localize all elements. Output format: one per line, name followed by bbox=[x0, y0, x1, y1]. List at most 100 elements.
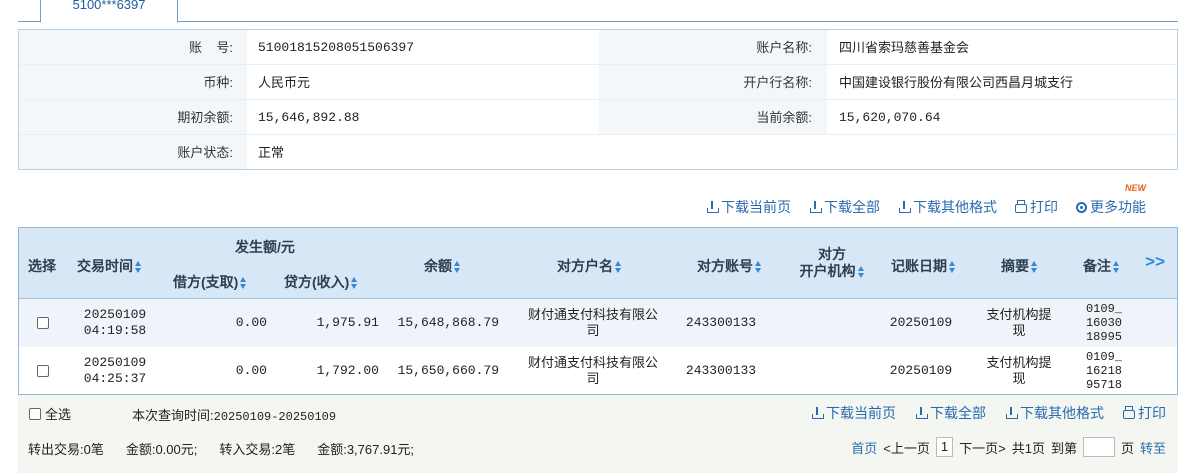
col-summary[interactable]: 摘要 bbox=[1001, 256, 1038, 276]
row-counterparty-name: 财付通支付科技有限公 bbox=[527, 307, 658, 322]
select-all-checkbox[interactable]: 全选 bbox=[29, 404, 71, 423]
download-other-label: 下载其他格式 bbox=[913, 199, 997, 215]
out-amount: 金额:0.00元; bbox=[125, 442, 198, 457]
footer-print-button[interactable]: 打印 bbox=[1123, 403, 1166, 423]
download-icon bbox=[809, 201, 822, 213]
row-summary: 支付机构提 bbox=[986, 355, 1052, 370]
footer-download-all-button[interactable]: 下载全部 bbox=[915, 403, 986, 423]
col-debit[interactable]: 借方(支取) bbox=[173, 272, 247, 292]
account-info-panel: 账 号: 51001815208051506397 账户名称: 四川省索玛慈善基… bbox=[18, 29, 1178, 170]
toolbar: 下载当前页 下载全部 下载其他格式 打印 更多功能 NEW bbox=[706, 183, 1146, 217]
download-icon bbox=[1005, 407, 1018, 419]
info-row: 币种: 人民币元 开户行名称: 中国建设银行股份有限公司西昌月城支行 bbox=[19, 65, 1177, 100]
printer-icon bbox=[1015, 199, 1027, 213]
col-counterparty-bank[interactable]: 对方 开户机构 bbox=[797, 246, 867, 280]
out-tx-count: 转出交易:0笔 bbox=[28, 442, 104, 457]
row-remark: 0109_ bbox=[1085, 350, 1122, 364]
bank-value: 中国建设银行股份有限公司西昌月城支行 bbox=[839, 75, 1074, 90]
row-checkbox[interactable] bbox=[37, 317, 49, 329]
sort-icon bbox=[240, 277, 247, 290]
in-tx-count: 转入交易:2笔 bbox=[219, 442, 296, 457]
table-row[interactable]: 20250109 04:19:58 0.00 1,975.91 15,648,86… bbox=[19, 299, 1177, 347]
download-all-button[interactable]: 下载全部 bbox=[809, 197, 880, 217]
sort-icon bbox=[857, 266, 865, 279]
download-page-button[interactable]: 下载当前页 bbox=[706, 197, 791, 217]
row-posting-date: 20250109 bbox=[889, 363, 953, 378]
next-page-link[interactable]: 下一页> bbox=[959, 438, 1006, 457]
info-row: 账户状态: 正常 bbox=[19, 135, 1177, 170]
col-posting-date[interactable]: 记账日期 bbox=[891, 256, 956, 276]
more-columns-button[interactable]: >> bbox=[1145, 252, 1165, 272]
printer-icon bbox=[1123, 405, 1135, 419]
status-label: 账户状态: bbox=[177, 145, 233, 160]
row-date: 20250109 bbox=[83, 355, 147, 370]
transaction-table: 选择 交易时间 发生额/元 借方(支取) 贷方(收入) 余额 对方户名 对方账号… bbox=[18, 227, 1178, 395]
more-functions-button[interactable]: 更多功能 NEW bbox=[1076, 183, 1146, 217]
download-other-format-button[interactable]: 下载其他格式 bbox=[898, 197, 997, 217]
goto-prefix: 到第 bbox=[1050, 440, 1077, 456]
tab-account-label: 5100***6397 bbox=[72, 0, 146, 12]
in-amount: 金额:3,767.91元; bbox=[317, 442, 415, 457]
col-credit[interactable]: 贷方(收入) bbox=[284, 272, 358, 292]
opening-balance-label: 期初余额: bbox=[177, 110, 233, 125]
table-header: 选择 交易时间 发生额/元 借方(支取) 贷方(收入) 余额 对方户名 对方账号… bbox=[19, 228, 1177, 299]
col-counterparty-account[interactable]: 对方账号 bbox=[697, 256, 762, 276]
row-time: 04:19:58 bbox=[83, 323, 147, 338]
sort-icon bbox=[1113, 261, 1120, 274]
currency-value: 人民币元 bbox=[258, 75, 311, 90]
row-debit: 0.00 bbox=[235, 363, 267, 378]
query-time-value: 20250109-20250109 bbox=[213, 410, 337, 424]
row-remark: 0109_ bbox=[1085, 302, 1122, 316]
download-page-label: 下载当前页 bbox=[721, 199, 791, 215]
col-time[interactable]: 交易时间 bbox=[77, 256, 142, 276]
print-button[interactable]: 打印 bbox=[1015, 197, 1058, 217]
row-counterparty-name: 财付通支付科技有限公 bbox=[527, 355, 658, 370]
goto-page-input[interactable] bbox=[1082, 437, 1115, 457]
new-badge: NEW bbox=[1125, 183, 1146, 193]
query-time-label: 本次查询时间: bbox=[132, 408, 214, 423]
current-balance-value: 15,620,070.64 bbox=[839, 110, 941, 125]
current-balance-label: 当前余额: bbox=[756, 110, 812, 125]
first-page-link[interactable]: 首页 bbox=[851, 438, 877, 457]
prev-page-link[interactable]: <上一页 bbox=[883, 438, 930, 457]
checkbox[interactable] bbox=[29, 407, 41, 420]
sort-icon bbox=[949, 261, 956, 274]
select-all-label: 全选 bbox=[45, 407, 72, 422]
account-name-value: 四川省索玛慈善基金会 bbox=[839, 40, 970, 55]
download-icon bbox=[915, 407, 928, 419]
download-icon bbox=[811, 407, 824, 419]
query-time: 本次查询时间:20250109-20250109 bbox=[132, 405, 336, 424]
status-value: 正常 bbox=[258, 145, 285, 160]
col-counterparty-name[interactable]: 对方户名 bbox=[557, 256, 622, 276]
row-time: 04:25:37 bbox=[83, 371, 147, 386]
row-summary: 支付机构提 bbox=[986, 307, 1052, 322]
opening-balance-value: 15,646,892.88 bbox=[258, 110, 360, 125]
row-credit: 1,975.91 bbox=[316, 315, 379, 330]
gear-icon bbox=[1076, 201, 1087, 213]
col-remark[interactable]: 备注 bbox=[1083, 256, 1120, 276]
table-row[interactable]: 20250109 04:25:37 0.00 1,792.00 15,650,66… bbox=[19, 347, 1177, 395]
sort-icon bbox=[615, 261, 622, 274]
row-checkbox[interactable] bbox=[37, 365, 49, 377]
download-icon bbox=[706, 201, 719, 213]
row-credit: 1,792.00 bbox=[316, 363, 379, 378]
sort-icon bbox=[454, 261, 461, 274]
current-page: 1 bbox=[935, 437, 954, 457]
sort-icon bbox=[755, 261, 762, 274]
goto-button[interactable]: 转至 bbox=[1140, 438, 1166, 457]
row-debit: 0.00 bbox=[235, 315, 267, 330]
account-name-label: 账户名称: bbox=[756, 40, 812, 55]
print-label: 打印 bbox=[1030, 199, 1058, 215]
row-counterparty-account: 243300133 bbox=[685, 363, 757, 378]
footer-actions: 下载当前页 下载全部 下载其他格式 打印 bbox=[811, 403, 1166, 423]
row-counterparty-account: 243300133 bbox=[685, 315, 757, 330]
tab-account[interactable]: 5100***6397 bbox=[40, 0, 178, 23]
pagination: 首页 <上一页 1 下一页> 共1页 到第 页 转至 bbox=[851, 437, 1166, 457]
info-row: 期初余额: 15,646,892.88 当前余额: 15,620,070.64 bbox=[19, 100, 1177, 135]
footer-download-other-button[interactable]: 下载其他格式 bbox=[1005, 403, 1104, 423]
col-balance[interactable]: 余额 bbox=[424, 256, 461, 276]
sort-icon bbox=[135, 261, 142, 274]
download-all-label: 下载全部 bbox=[824, 199, 880, 215]
footer-download-page-button[interactable]: 下载当前页 bbox=[811, 403, 896, 423]
goto-suffix: 页 bbox=[1120, 440, 1134, 456]
